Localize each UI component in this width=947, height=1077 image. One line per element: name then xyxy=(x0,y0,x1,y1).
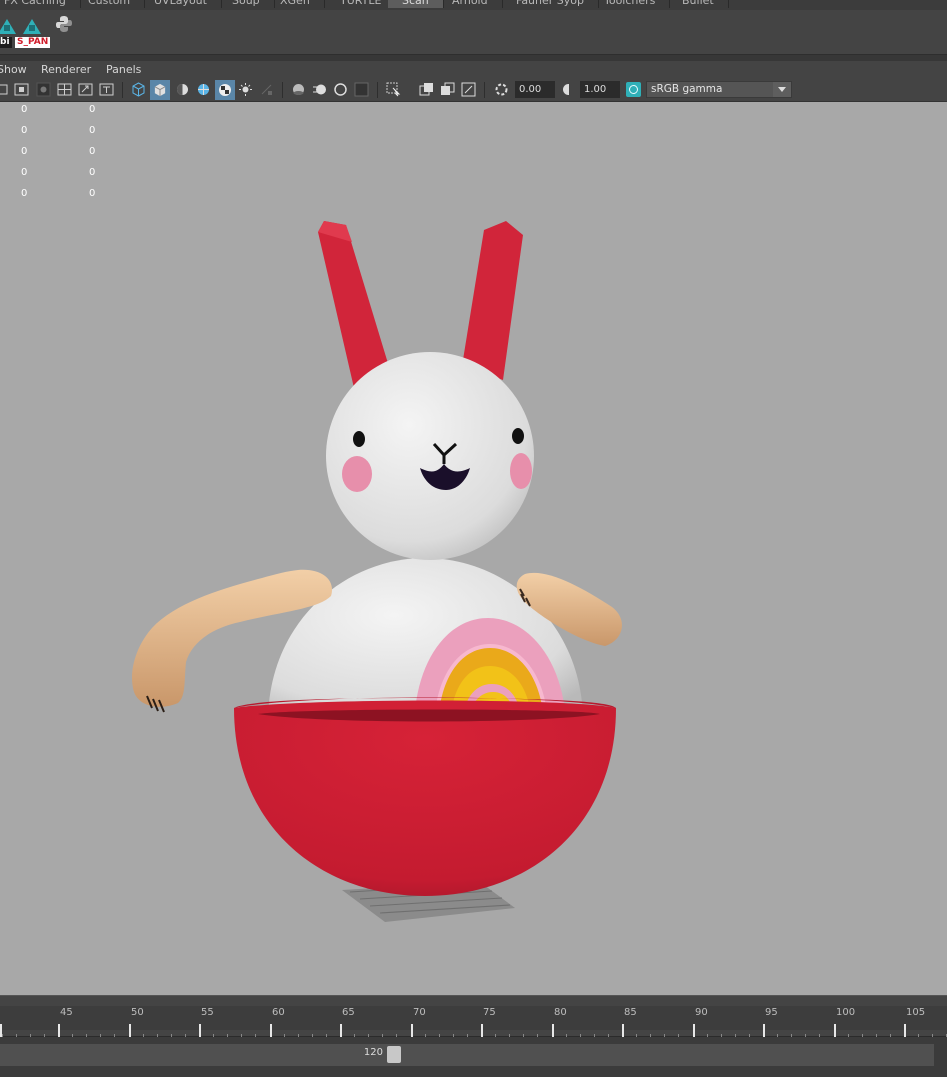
red-base-bowl xyxy=(234,697,616,896)
toolbar-divider xyxy=(122,82,123,98)
shelf-tab[interactable]: Bullet xyxy=(668,0,729,8)
timeline-tick-label: 80 xyxy=(554,1007,567,1018)
wireframe-on-shaded-icon[interactable] xyxy=(196,82,211,97)
xray-icon[interactable] xyxy=(419,82,434,97)
shelf-tab[interactable]: UVLayout xyxy=(140,0,222,8)
xray-components-icon[interactable] xyxy=(461,82,476,97)
camera-icon[interactable] xyxy=(0,82,9,97)
image-plane-icon[interactable] xyxy=(14,82,29,97)
smooth-shade-toggle[interactable] xyxy=(150,80,170,100)
shelf-tab[interactable]: XGen xyxy=(266,0,325,8)
shelf-tab[interactable]: Toolchers xyxy=(590,0,671,8)
toolbar-divider xyxy=(282,82,283,98)
xray-joints-icon[interactable] xyxy=(440,82,455,97)
bunny-head xyxy=(326,352,534,560)
checker-texture-icon xyxy=(219,84,231,96)
textured-toggle[interactable] xyxy=(215,80,235,100)
timeline-tick-label: 105 xyxy=(906,1007,926,1018)
gamma-icon[interactable] xyxy=(561,82,576,97)
shelf-tab[interactable]: TURTLE xyxy=(326,0,397,8)
shelf-tab[interactable]: Scan xyxy=(388,0,444,8)
toolbar-divider xyxy=(484,82,485,98)
panel-menu-bar: Show Renderer Panels xyxy=(0,61,947,79)
timeline-tick-label: 95 xyxy=(765,1007,778,1018)
bunny-roly-poly-model xyxy=(132,221,622,922)
default-material-icon[interactable] xyxy=(175,82,190,97)
timeline-tick-label: 85 xyxy=(624,1007,637,1018)
resolution-gate-icon[interactable] xyxy=(78,82,93,97)
color-space-label: sRGB gamma xyxy=(651,83,723,95)
color-management-icon[interactable] xyxy=(626,82,641,97)
range-end-value: 120 xyxy=(363,1047,383,1058)
exposure-icon[interactable] xyxy=(494,82,509,97)
timeline-tick-label: 50 xyxy=(131,1007,144,1018)
color-space-dropdown[interactable]: sRGB gamma xyxy=(646,81,792,98)
python-icon xyxy=(56,16,72,32)
time-ruler[interactable]: 45 50 55 60 65 70 75 80 85 90 95 100 105 xyxy=(0,1006,947,1040)
timeline-tick-label: 75 xyxy=(483,1007,496,1018)
menu-panels[interactable]: Panels xyxy=(106,62,141,78)
shelf-tab-bar: FX Caching Custom UVLayout Soup XGen TURTLE Sc… xyxy=(0,0,947,10)
shelf-button-label: S_PAN xyxy=(15,37,51,48)
film-gate-icon[interactable] xyxy=(57,82,72,97)
exposure-field[interactable]: 0.00 xyxy=(515,81,555,98)
menu-renderer[interactable]: Renderer xyxy=(41,62,91,78)
timeline-tick-label: 55 xyxy=(201,1007,214,1018)
timeline-tick-label: 45 xyxy=(60,1007,73,1018)
panel-toolbar: 0.00 1.00 sRGB gamma xyxy=(0,79,947,102)
ambient-occlusion-icon[interactable] xyxy=(291,82,306,97)
gamma-field[interactable]: 1.00 xyxy=(580,81,620,98)
lights-icon[interactable] xyxy=(238,82,253,97)
depth-of-field-icon[interactable] xyxy=(354,82,369,97)
shelf-button-python[interactable] xyxy=(53,14,87,48)
timeline-tick-label: 90 xyxy=(695,1007,708,1018)
timeline-tick-label: 65 xyxy=(342,1007,355,1018)
timeline-tick-label: 100 xyxy=(836,1007,856,1018)
chevron-down-icon xyxy=(773,82,791,97)
shelf-tab[interactable]: Fauner Syop xyxy=(502,0,599,8)
anti-aliasing-icon[interactable] xyxy=(333,82,348,97)
timeline-tick-label: 60 xyxy=(272,1007,285,1018)
shelf-button-label: bi xyxy=(0,37,12,48)
viewport[interactable]: 0000000000 xyxy=(0,102,947,995)
grid-icon[interactable] xyxy=(36,82,51,97)
shelf-tab[interactable]: Arnold xyxy=(438,0,503,8)
toolbar-divider xyxy=(377,82,378,98)
shelf-tab[interactable]: Custom xyxy=(74,0,146,8)
teal-shelf-icon xyxy=(23,19,41,34)
smooth-shade-icon xyxy=(154,83,166,97)
shelf-tab[interactable]: FX Caching xyxy=(0,0,81,8)
menu-show[interactable]: Show xyxy=(0,62,27,78)
range-slider[interactable]: 120 xyxy=(0,1037,947,1077)
range-handle[interactable] xyxy=(387,1046,401,1063)
time-slider[interactable]: 45 50 55 60 65 70 75 80 85 90 95 100 105 xyxy=(0,995,947,1040)
shelf: bi S_PAN xyxy=(0,10,947,55)
motion-blur-icon[interactable] xyxy=(312,82,327,97)
range-track[interactable]: 120 xyxy=(0,1044,934,1066)
timeline-tick-label: 70 xyxy=(413,1007,426,1018)
isolate-select-icon[interactable] xyxy=(386,82,401,97)
shadows-icon[interactable] xyxy=(259,82,274,97)
wireframe-icon[interactable] xyxy=(131,82,146,97)
safe-title-icon[interactable] xyxy=(99,82,114,97)
shelf-button-s-pan[interactable]: S_PAN xyxy=(15,14,51,48)
